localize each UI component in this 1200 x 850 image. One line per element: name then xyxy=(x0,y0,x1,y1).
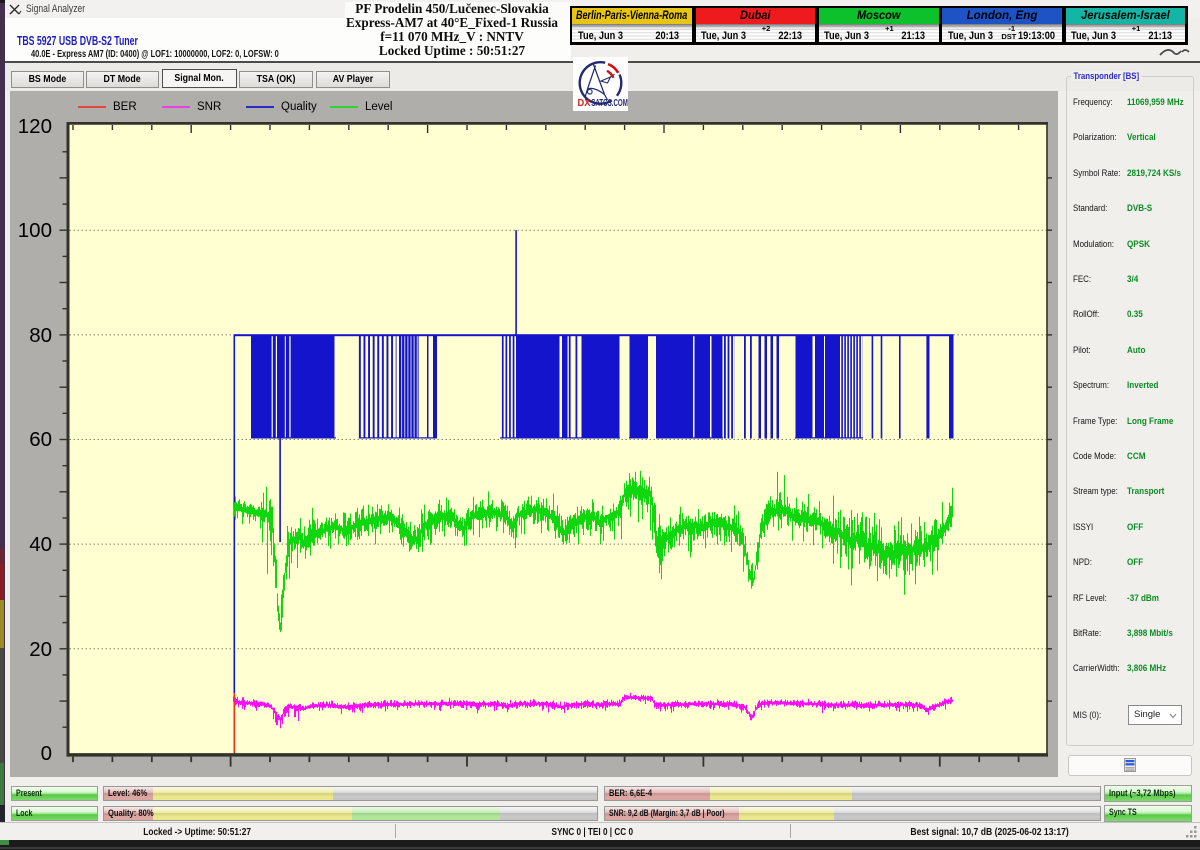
svg-text:DX: DX xyxy=(578,98,592,109)
svg-text:SATCS.COM: SATCS.COM xyxy=(591,97,628,108)
